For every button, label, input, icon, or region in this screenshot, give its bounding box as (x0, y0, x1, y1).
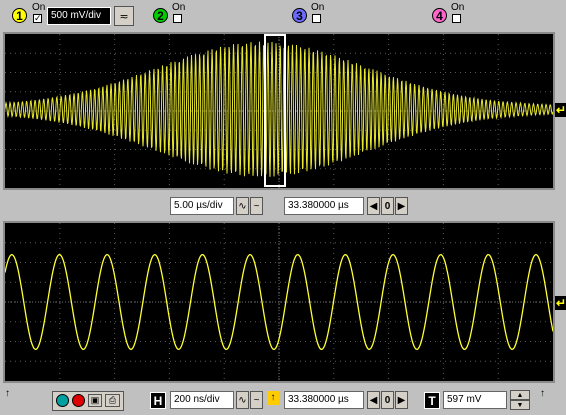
print-icon[interactable]: ⎙ (105, 394, 120, 407)
channel-1-scale-field[interactable]: 500 mV/div (47, 7, 111, 25)
zoom-position-field[interactable]: 33.380000 µs (284, 391, 364, 409)
channel-3-on-label: On (311, 2, 325, 13)
channel-2-on-checkbox[interactable] (173, 14, 182, 23)
horizontal-label: H (150, 392, 166, 409)
zoom-timebase-field[interactable]: 200 ns/div (170, 391, 234, 409)
position-zero-button[interactable]: 0 (381, 197, 394, 215)
graticule (5, 223, 553, 381)
timebase-wave-button[interactable]: ~ (250, 197, 263, 215)
channel-4-on-checkbox[interactable] (452, 14, 461, 23)
zoom-right-button[interactable]: ▶ (395, 391, 408, 409)
channel-2-on-label: On (172, 2, 186, 13)
single-icon[interactable]: ▣ (88, 394, 102, 407)
channel-1-on-label: On (32, 2, 46, 13)
zoom-marker-right[interactable]: ↑ (540, 388, 545, 399)
position-right-button[interactable]: ▶ (395, 197, 408, 215)
trigger-level-field[interactable]: 597 mV (443, 391, 507, 409)
zoom-ground-marker[interactable]: ↵ (555, 296, 566, 310)
main-waveform-screen[interactable] (3, 32, 555, 190)
channel-4-on-label: On (451, 2, 465, 13)
timebase-mode-button[interactable]: ∿ (236, 197, 249, 215)
trigger-level-up-button[interactable]: ▲ (510, 390, 530, 400)
main-waveform-svg (5, 34, 553, 188)
bottom-toolbar: ↑ ▣ ⎙ H 200 ns/div ∿ ~ ↑ 33.380000 µs ◀ … (0, 386, 566, 415)
trigger-level-down-button[interactable]: ▼ (510, 400, 530, 410)
zoom-left-button[interactable]: ◀ (367, 391, 380, 409)
timebase-row: 5.00 µs/div ∿ ~ 33.380000 µs ◀ 0 ▶ (0, 194, 566, 218)
trigger-time-marker[interactable]: ↑ (267, 391, 279, 405)
zoom-wave-button[interactable]: ~ (250, 391, 263, 409)
run-button[interactable] (56, 394, 69, 407)
channel-3-on-checkbox[interactable] (312, 14, 321, 23)
channel-4-badge[interactable]: 4 (432, 8, 447, 23)
main-timebase-field[interactable]: 5.00 µs/div (170, 197, 234, 215)
zoom-waveform-svg (5, 223, 553, 381)
zoom-waveform-screen[interactable] (3, 221, 555, 383)
channel-1-badge[interactable]: 1 (12, 8, 27, 23)
zoom-mode-button[interactable]: ∿ (236, 391, 249, 409)
stop-button[interactable] (72, 394, 85, 407)
ac-dc-coupling-icon[interactable]: ≂ (114, 6, 134, 26)
channel-3-badge[interactable]: 3 (292, 8, 307, 23)
channel-1-on-checkbox[interactable]: ✓ (33, 14, 42, 23)
main-position-field[interactable]: 33.380000 µs (284, 197, 364, 215)
zoom-marker-left[interactable]: ↑ (5, 388, 10, 399)
channel-2-badge[interactable]: 2 (153, 8, 168, 23)
zoom-zero-button[interactable]: 0 (381, 391, 394, 409)
main-ground-marker[interactable]: ↵ (555, 103, 566, 117)
channel-toolbar: 1 On ✓ 500 mV/div ≂ 2 On 3 On 4 On (0, 0, 566, 30)
position-left-button[interactable]: ◀ (367, 197, 380, 215)
trigger-label: T (424, 392, 440, 409)
